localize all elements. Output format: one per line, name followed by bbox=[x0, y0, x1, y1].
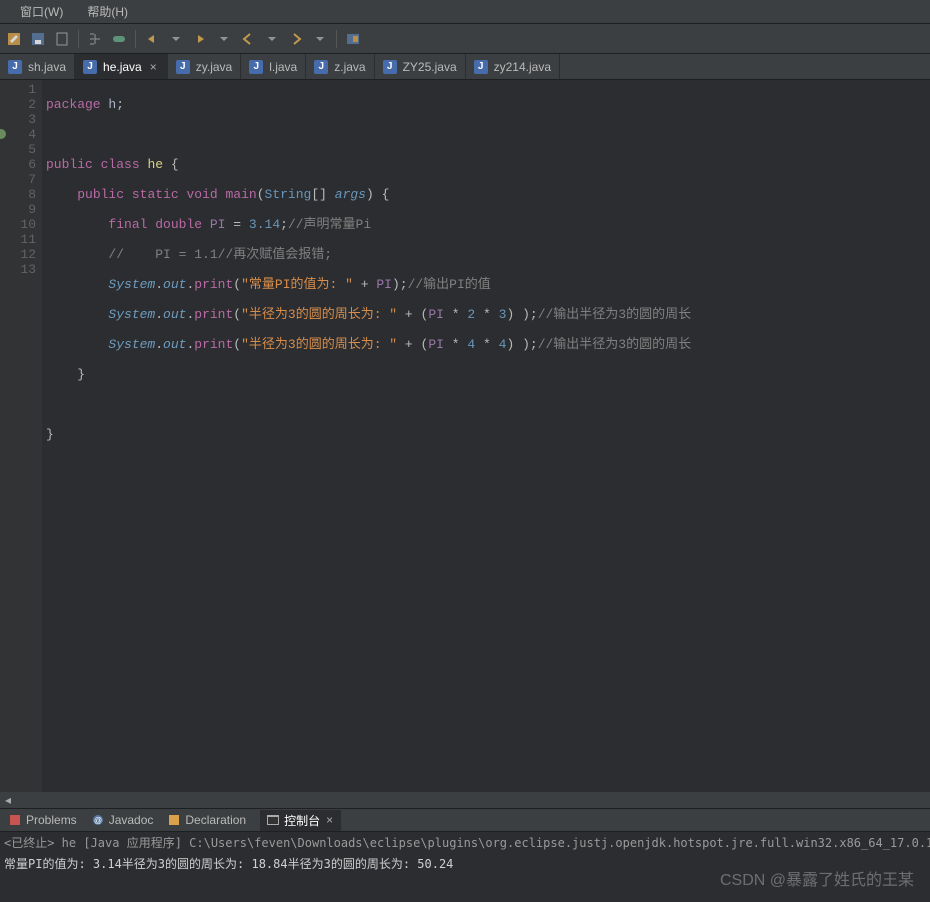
tab-label: Javadoc bbox=[109, 813, 154, 827]
line-number-gutter: 1 2 3 4 5 6 7 8 9 10 11 12 13 bbox=[0, 80, 42, 792]
toolbar-separator bbox=[135, 30, 136, 48]
line-number: 8 bbox=[0, 187, 36, 202]
tool-toggle-icon[interactable] bbox=[109, 29, 129, 49]
line-number: 7 bbox=[0, 172, 36, 187]
java-file-icon: J bbox=[474, 60, 488, 74]
tab-label: l.java bbox=[269, 60, 297, 74]
toolbar-separator bbox=[78, 30, 79, 48]
tab-label: 控制台 bbox=[284, 812, 320, 829]
javadoc-icon: @ bbox=[91, 813, 105, 827]
tab-zy-java[interactable]: J zy.java bbox=[168, 54, 241, 79]
line-number: 3 bbox=[0, 112, 36, 127]
close-icon[interactable]: × bbox=[324, 813, 335, 827]
line-number: 4 bbox=[0, 127, 36, 142]
scroll-left-icon[interactable]: ◂ bbox=[0, 793, 16, 807]
line-number: 11 bbox=[0, 232, 36, 247]
tab-label: he.java bbox=[103, 60, 142, 74]
editor-tabs: J sh.java J he.java × J zy.java J l.java… bbox=[0, 54, 930, 80]
tool-redo-drop-icon[interactable] bbox=[214, 29, 234, 49]
line-number: 5 bbox=[0, 142, 36, 157]
tab-declaration[interactable]: Declaration bbox=[167, 813, 246, 827]
console-icon bbox=[266, 813, 280, 827]
tab-l-java[interactable]: J l.java bbox=[241, 54, 306, 79]
line-number: 6 bbox=[0, 157, 36, 172]
toolbar-separator bbox=[336, 30, 337, 48]
horizontal-scrollbar[interactable]: ◂ bbox=[0, 792, 930, 808]
java-file-icon: J bbox=[176, 60, 190, 74]
tab-z-java[interactable]: J z.java bbox=[306, 54, 374, 79]
java-file-icon: J bbox=[83, 60, 97, 74]
tool-clip-icon[interactable] bbox=[52, 29, 72, 49]
tool-perspective-icon[interactable] bbox=[343, 29, 363, 49]
tab-sh-java[interactable]: J sh.java bbox=[0, 54, 75, 79]
console-header: <已终止> he [Java 应用程序] C:\Users\feven\Down… bbox=[0, 832, 930, 853]
line-number: 13 bbox=[0, 262, 36, 277]
java-file-icon: J bbox=[249, 60, 263, 74]
tool-forward-drop-icon[interactable] bbox=[310, 29, 330, 49]
java-file-icon: J bbox=[314, 60, 328, 74]
console-output: 常量PI的值为: 3.14半径为3的圆的周长为: 18.84半径为3的圆的周长为… bbox=[0, 853, 930, 874]
problems-icon bbox=[8, 813, 22, 827]
line-number: 12 bbox=[0, 247, 36, 262]
tool-undo-icon[interactable] bbox=[142, 29, 162, 49]
code-area[interactable]: package h; public class he { public stat… bbox=[42, 80, 930, 792]
tool-tree-icon[interactable] bbox=[85, 29, 105, 49]
tool-back-drop-icon[interactable] bbox=[262, 29, 282, 49]
tool-save-icon[interactable] bbox=[28, 29, 48, 49]
close-icon[interactable]: × bbox=[148, 60, 159, 74]
console-panel: <已终止> he [Java 应用程序] C:\Users\feven\Down… bbox=[0, 832, 930, 902]
java-file-icon: J bbox=[8, 60, 22, 74]
tab-he-java[interactable]: J he.java × bbox=[75, 54, 168, 79]
tab-label: ZY25.java bbox=[403, 60, 457, 74]
line-number: 9 bbox=[0, 202, 36, 217]
tab-label: Declaration bbox=[185, 813, 246, 827]
menu-bar: 窗口(W) 帮助(H) bbox=[0, 0, 930, 24]
tab-javadoc[interactable]: @ Javadoc bbox=[91, 813, 154, 827]
tool-forward-icon[interactable] bbox=[286, 29, 306, 49]
code-editor[interactable]: 1 2 3 4 5 6 7 8 9 10 11 12 13 package h;… bbox=[0, 80, 930, 792]
tool-undo-drop-icon[interactable] bbox=[166, 29, 186, 49]
tab-problems[interactable]: Problems bbox=[8, 813, 77, 827]
tab-console[interactable]: 控制台 × bbox=[260, 810, 341, 831]
menu-help[interactable]: 帮助(H) bbox=[87, 3, 128, 20]
bottom-panel-tabs: Problems @ Javadoc Declaration 控制台 × bbox=[0, 808, 930, 832]
toolbar bbox=[0, 24, 930, 54]
menu-window[interactable]: 窗口(W) bbox=[20, 3, 63, 20]
tab-label: z.java bbox=[334, 60, 365, 74]
line-number: 2 bbox=[0, 97, 36, 112]
line-number: 10 bbox=[0, 217, 36, 232]
tab-label: Problems bbox=[26, 813, 77, 827]
tab-label: sh.java bbox=[28, 60, 66, 74]
tab-zy25-java[interactable]: J ZY25.java bbox=[375, 54, 466, 79]
breakpoint-marker[interactable] bbox=[0, 129, 6, 139]
tab-label: zy214.java bbox=[494, 60, 551, 74]
tab-zy214-java[interactable]: J zy214.java bbox=[466, 54, 560, 79]
tool-edit-icon[interactable] bbox=[4, 29, 24, 49]
svg-text:@: @ bbox=[94, 816, 102, 825]
tool-back-icon[interactable] bbox=[238, 29, 258, 49]
java-file-icon: J bbox=[383, 60, 397, 74]
tab-label: zy.java bbox=[196, 60, 232, 74]
declaration-icon bbox=[167, 813, 181, 827]
tool-redo-icon[interactable] bbox=[190, 29, 210, 49]
line-number: 1 bbox=[0, 82, 36, 97]
